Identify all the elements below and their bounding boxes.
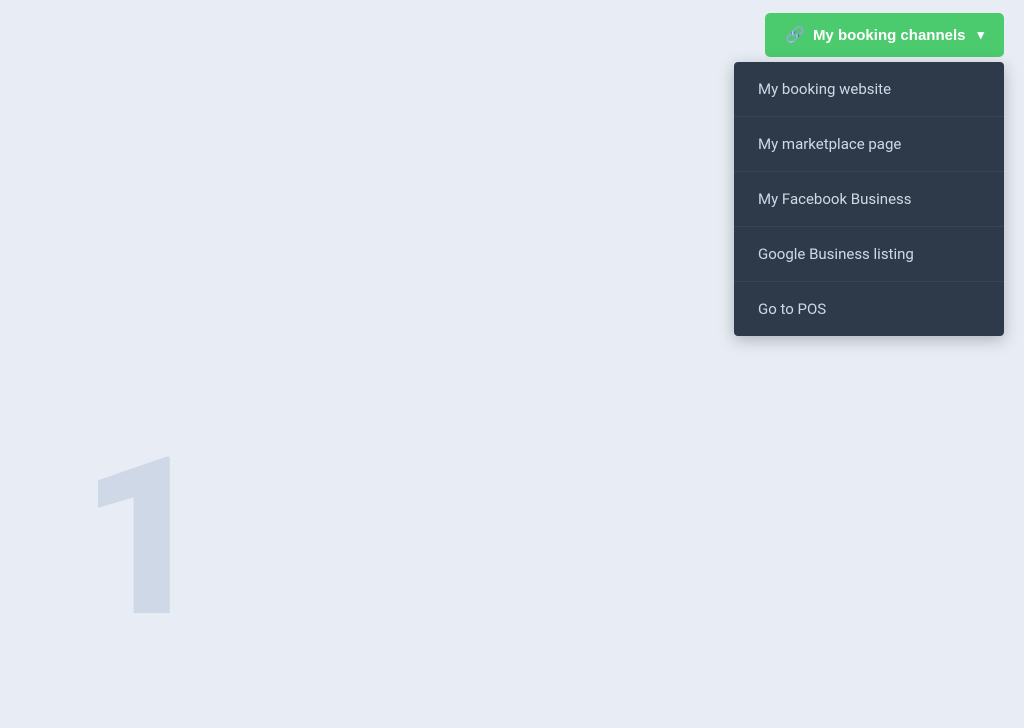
link-icon: 🔗 bbox=[785, 25, 805, 45]
dropdown-item-marketplace-page[interactable]: My marketplace page bbox=[734, 117, 1004, 172]
chevron-down-icon: ▾ bbox=[977, 27, 984, 43]
booking-channels-label: My booking channels bbox=[813, 27, 966, 44]
dropdown-item-go-to-pos[interactable]: Go to POS bbox=[734, 282, 1004, 336]
dropdown-item-google-business[interactable]: Google Business listing bbox=[734, 227, 1004, 282]
watermark-number: 1 bbox=[80, 428, 208, 648]
booking-channels-button[interactable]: 🔗 My booking channels ▾ bbox=[765, 13, 1004, 57]
dropdown-menu: My booking websiteMy marketplace pageMy … bbox=[734, 62, 1004, 336]
top-bar: 🔗 My booking channels ▾ bbox=[0, 0, 1024, 70]
dropdown-item-facebook-business[interactable]: My Facebook Business bbox=[734, 172, 1004, 227]
dropdown-item-booking-website[interactable]: My booking website bbox=[734, 62, 1004, 117]
page-background: 1 🔗 My booking channels ▾ My booking web… bbox=[0, 0, 1024, 728]
